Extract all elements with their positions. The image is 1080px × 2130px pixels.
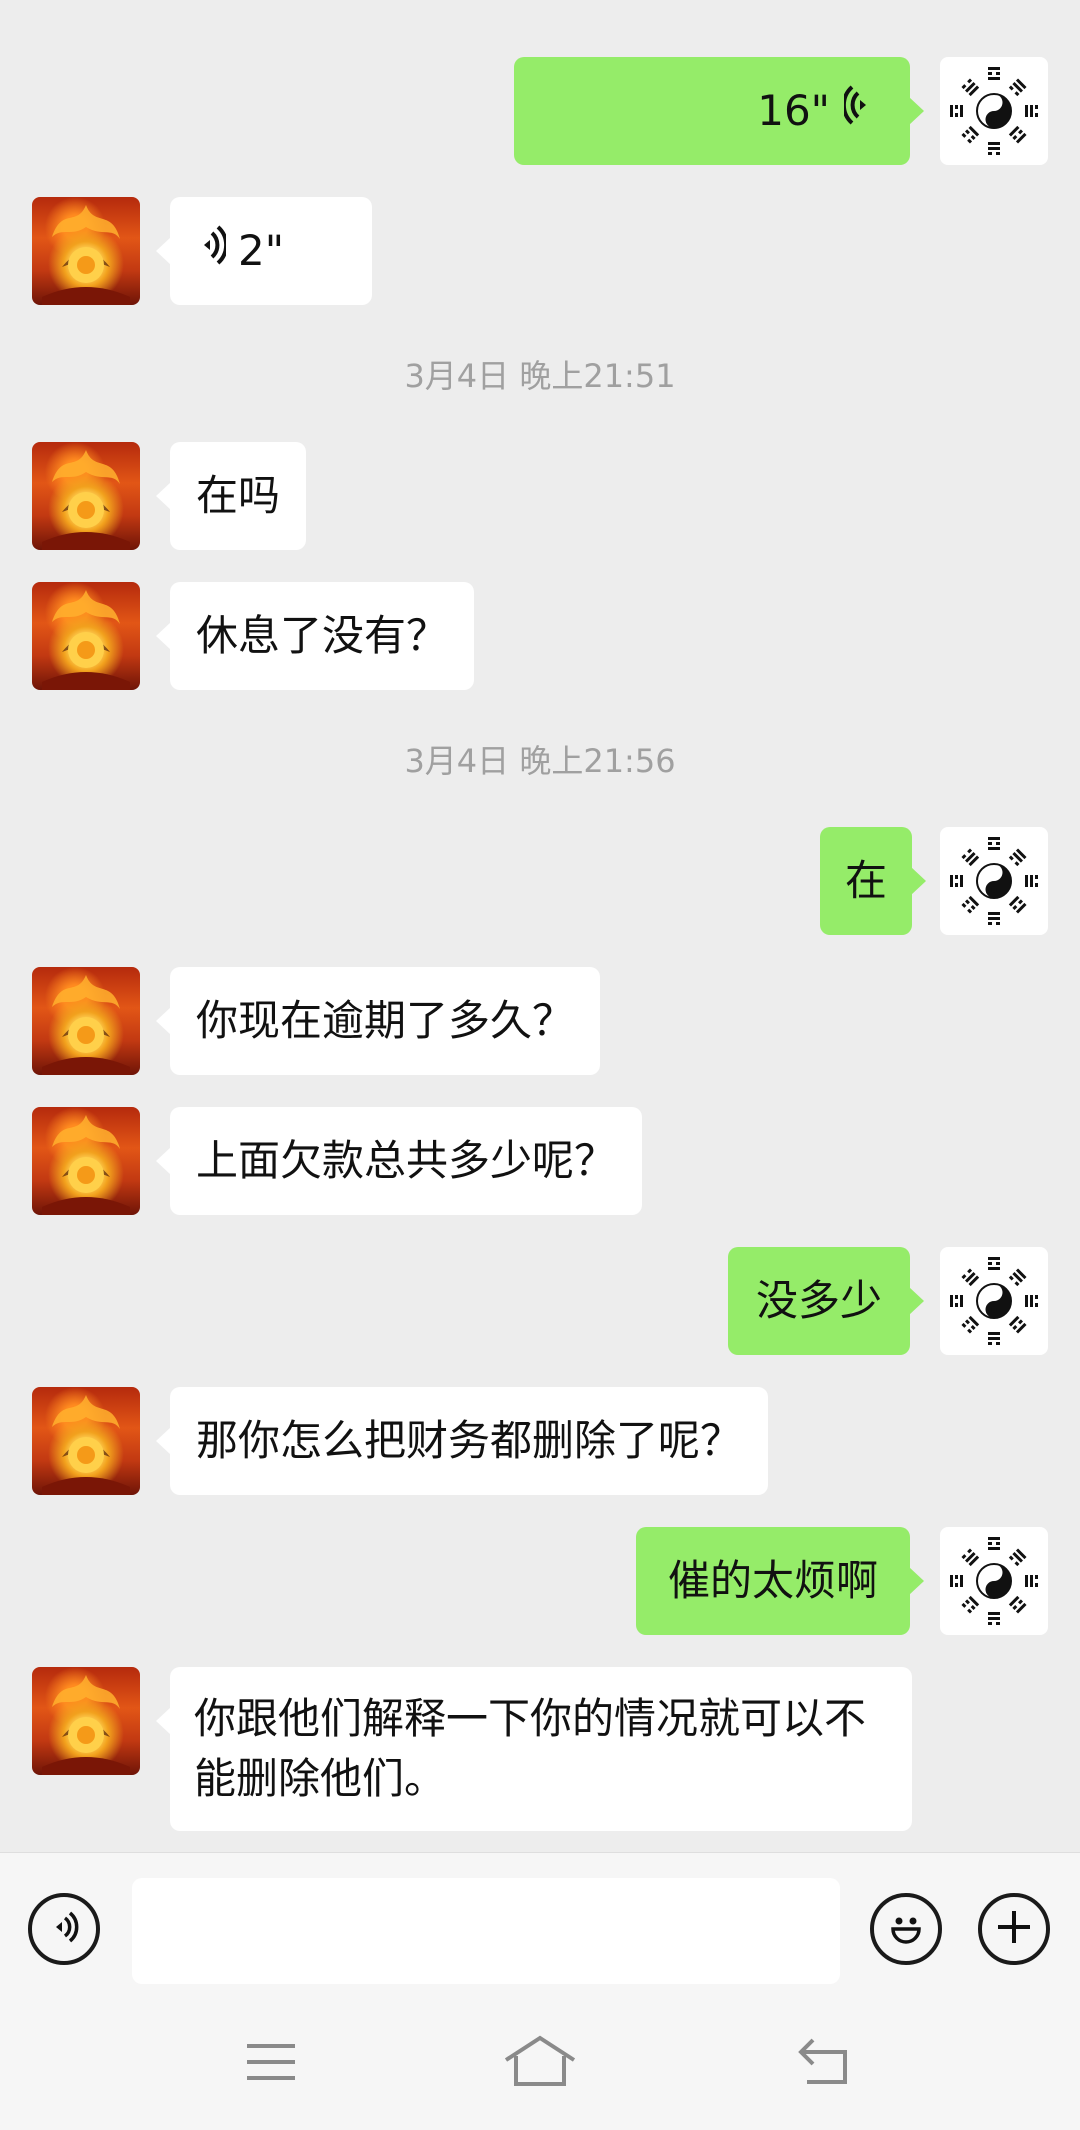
voice-message-bubble[interactable]: 2" [156,197,372,305]
voice-message-bubble[interactable]: 16" [514,57,924,165]
contact-avatar[interactable] [32,1387,140,1495]
back-icon [793,2034,853,2094]
contact-avatar[interactable] [32,582,140,690]
nav-home-button[interactable] [500,2032,580,2096]
my-avatar[interactable] [940,1247,1048,1355]
system-navigation-bar [0,1994,1080,2130]
chat-input-bar [0,1852,1080,1995]
text-message-bubble[interactable]: 在 [820,827,926,935]
contact-avatar[interactable] [32,1667,140,1775]
plus-icon [992,1905,1036,1953]
nav-menu-button[interactable] [231,2032,311,2096]
message-input[interactable] [132,1878,840,1984]
voice-icon [44,1907,84,1951]
contact-avatar[interactable] [32,197,140,305]
home-icon [502,2034,578,2094]
text-message-bubble[interactable]: 你现在逾期了多久？ [155,967,601,1075]
voice-duration: 16" [757,86,830,135]
text-message-bubble[interactable]: 你跟他们解释一下你的情况就可以不能删除他们。 [156,1667,912,1831]
timestamp: 3月4日 晚上21:51 [404,357,676,395]
nav-back-button[interactable] [783,2032,863,2096]
my-avatar[interactable] [940,57,1048,165]
text-message-bubble[interactable]: 没多少 [728,1247,924,1355]
text-message-bubble[interactable]: 那你怎么把财务都删除了呢？ [155,1387,769,1495]
chat-area[interactable]: 16" 2" 3月4日 晚上21:51 在吗 休息了没有？ 3月4日 晚上21:… [0,0,1080,1852]
voice-duration: 2" [238,226,285,275]
voice-wave-icon [841,57,874,165]
contact-avatar[interactable] [32,967,140,1075]
text-message-bubble[interactable]: 上面欠款总共多少呢？ [155,1107,643,1215]
contact-avatar[interactable] [32,1107,140,1215]
timestamp: 3月4日 晚上21:56 [404,742,676,780]
voice-wave-icon [196,197,229,305]
text-message-bubble[interactable]: 在吗 [155,442,307,550]
my-avatar[interactable] [940,1527,1048,1635]
more-button[interactable] [978,1893,1050,1965]
menu-icon [243,2040,299,2088]
text-message-bubble[interactable]: 休息了没有？ [155,582,475,690]
voice-input-button[interactable] [28,1893,100,1965]
text-message-bubble[interactable]: 催的太烦啊 [636,1527,924,1635]
emoji-button[interactable] [870,1893,942,1965]
contact-avatar[interactable] [32,442,140,550]
emoji-icon [882,1903,930,1955]
my-avatar[interactable] [940,827,1048,935]
